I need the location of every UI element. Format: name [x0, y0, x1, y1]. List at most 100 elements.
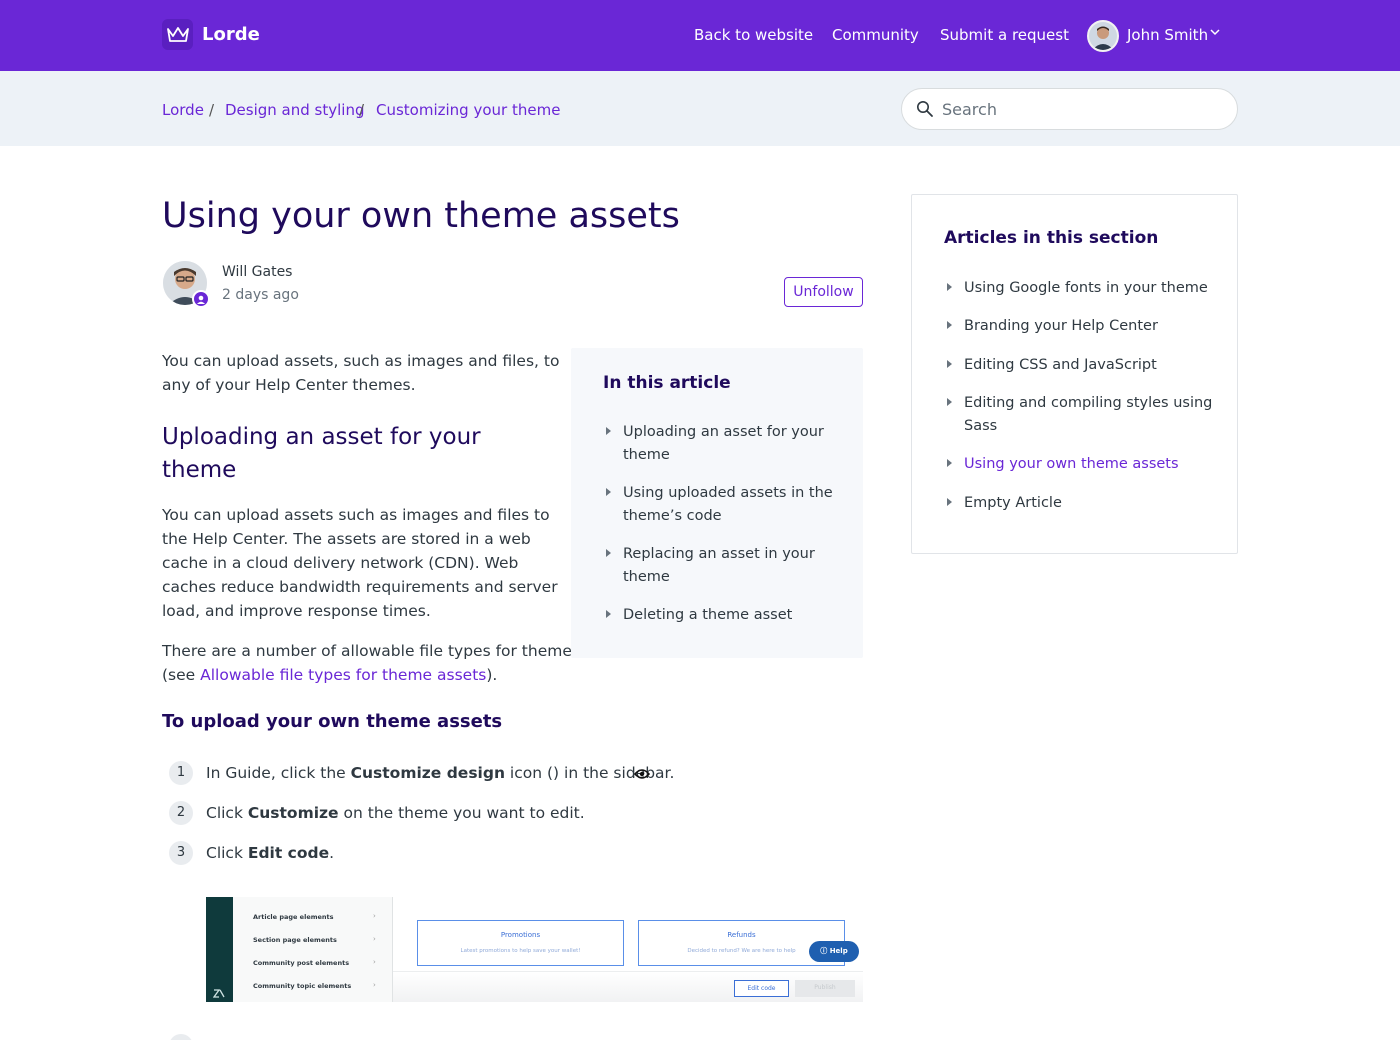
- screenshot-menu: Article page elements › Section page ele…: [233, 897, 393, 1002]
- caret-right-icon: [947, 498, 952, 506]
- section-article-link[interactable]: Editing and compiling styles using Sass: [964, 392, 1214, 438]
- step-text-part: on the theme you want to edit.: [338, 804, 585, 822]
- search-box[interactable]: [901, 88, 1238, 130]
- caret-right-icon: [606, 488, 611, 496]
- step-text-part: .: [329, 844, 335, 862]
- intro-line-2: any of your Help Center themes.: [162, 376, 416, 394]
- caret-right-icon: [947, 283, 952, 291]
- caret-right-icon: [606, 549, 611, 557]
- screenshot-footer: Edit code Publish: [393, 971, 863, 1002]
- user-avatar[interactable]: [1087, 20, 1119, 52]
- section-article-text: Branding your Help Center: [964, 318, 1158, 334]
- toc-item-text: Deleting a theme asset: [623, 607, 793, 623]
- toc-item-text: theme: [623, 569, 670, 585]
- caret-right-icon: [606, 610, 611, 618]
- zendesk-logo-icon: [213, 989, 225, 998]
- paragraph-line: (see Allowable file types for theme asse…: [162, 663, 497, 687]
- nav-back-to-website[interactable]: Back to website: [694, 26, 813, 44]
- section-article-text: Editing and compiling styles using: [964, 395, 1213, 411]
- section-article-link[interactable]: Using Google fonts in your theme: [964, 277, 1214, 300]
- author-name[interactable]: Will Gates: [222, 264, 292, 280]
- breadcrumb-design-and-styling[interactable]: Design and styling: [225, 101, 364, 119]
- intro-line-1: You can upload assets, such as images an…: [162, 352, 560, 370]
- brand-name: Lorde: [202, 24, 260, 45]
- step-text-part: Click: [206, 844, 248, 862]
- step-text-part: In Guide, click the: [206, 764, 351, 782]
- step-text-part: Click: [206, 804, 248, 822]
- chevron-right-icon: ›: [373, 958, 376, 966]
- article-title: Using your own theme assets: [162, 196, 680, 236]
- section-article-text: Using your own theme assets: [964, 456, 1179, 472]
- caret-right-icon: [947, 398, 952, 406]
- caret-right-icon: [947, 321, 952, 329]
- eye-icon: [634, 769, 650, 779]
- nav-submit-request[interactable]: Submit a request: [940, 26, 1069, 44]
- article-date: 2 days ago: [222, 287, 299, 303]
- toc-item-text: Replacing an asset in your: [623, 546, 815, 562]
- caret-right-icon: [947, 360, 952, 368]
- paragraph-line: cache in a cloud delivery network (CDN).…: [162, 554, 519, 572]
- screenshot-menu-item: Community post elements: [253, 959, 350, 967]
- screenshot-card: Promotions Latest promotions to help sav…: [417, 920, 624, 966]
- step-text: Click Customize on the theme you want to…: [206, 804, 585, 822]
- section-article-link[interactable]: Branding your Help Center: [964, 315, 1214, 338]
- section-article-link[interactable]: Editing CSS and JavaScript: [964, 354, 1214, 377]
- screenshot-menu-item: Community topic elements: [253, 982, 352, 990]
- toc-item-replacing[interactable]: Replacing an asset in your theme: [623, 543, 838, 589]
- paragraph-line: load, and improve response times.: [162, 602, 431, 620]
- user-badge-icon: [192, 290, 210, 308]
- chevron-down-icon[interactable]: [1210, 29, 1220, 36]
- screenshot-edit-code-button: Edit code: [734, 980, 789, 997]
- toc-item-text: Using uploaded assets in the: [623, 485, 833, 501]
- paragraph-line: There are a number of allowable file typ…: [162, 642, 580, 660]
- toc-item-text: Uploading an asset for your: [623, 424, 824, 440]
- chevron-right-icon: ›: [373, 912, 376, 920]
- breadcrumb-separator: /: [209, 101, 215, 119]
- section-article-text: Using Google fonts in your theme: [964, 280, 1208, 296]
- step-number: 2: [169, 801, 193, 825]
- brand-logo[interactable]: Lorde: [162, 19, 260, 50]
- screenshot-help-button: ⓘ Help: [809, 941, 859, 962]
- toc-item-text: theme’s code: [623, 508, 722, 524]
- toc-item-using-uploaded[interactable]: Using uploaded assets in the theme’s code: [623, 482, 838, 528]
- section-articles-title: Articles in this section: [944, 228, 1159, 248]
- breadcrumb-lorde[interactable]: Lorde: [162, 101, 204, 119]
- toc-item-uploading[interactable]: Uploading an asset for your theme: [623, 421, 838, 467]
- nav-community[interactable]: Community: [832, 26, 919, 44]
- caret-right-icon: [606, 427, 611, 435]
- screenshot-card-title: Promotions: [500, 931, 541, 939]
- screenshot-sidebar: [206, 897, 233, 1002]
- toc-item-deleting[interactable]: Deleting a theme asset: [623, 604, 838, 627]
- screenshot-publish-button: Publish: [795, 980, 855, 997]
- chevron-right-icon: ›: [373, 981, 376, 989]
- breadcrumb-customizing-your-theme[interactable]: Customizing your theme: [376, 101, 560, 119]
- step-number: [169, 1034, 193, 1040]
- paragraph-line: the Help Center. The assets are stored i…: [162, 530, 531, 548]
- step-number: 3: [169, 841, 193, 865]
- search-input[interactable]: [942, 98, 1222, 120]
- chevron-right-icon: ›: [373, 935, 376, 943]
- step-text-bold: Customize: [247, 804, 339, 822]
- unfollow-button[interactable]: Unfollow: [784, 277, 863, 307]
- section-article-link-active[interactable]: Using your own theme assets: [964, 453, 1214, 476]
- screenshot-help-label: Help: [829, 947, 848, 955]
- caret-right-icon: [947, 459, 952, 467]
- step-number: 1: [169, 761, 193, 785]
- step-text: Click Edit code.: [206, 844, 334, 862]
- search-icon: [917, 101, 933, 117]
- screenshot-card-sub: Latest promotions to help save your wall…: [460, 948, 581, 954]
- breadcrumb-separator: /: [359, 101, 365, 119]
- step-text: In Guide, click the Customize design ico…: [206, 764, 674, 782]
- toc-item-text: theme: [623, 447, 670, 463]
- section-article-text: Sass: [964, 418, 998, 434]
- screenshot-menu-item: Section page elements: [253, 936, 337, 944]
- crown-icon: [162, 19, 193, 50]
- screenshot-menu-item: Article page elements: [253, 913, 334, 921]
- article-screenshot: Article page elements › Section page ele…: [206, 897, 863, 1002]
- user-menu[interactable]: John Smith: [1127, 26, 1208, 44]
- heading-uploading-asset: Uploading an asset for your theme: [162, 424, 481, 483]
- section-article-text: Editing CSS and JavaScript: [964, 357, 1157, 373]
- step-text-bold: Edit code: [247, 844, 330, 862]
- allowable-file-types-link[interactable]: Allowable file types for theme assets: [200, 666, 486, 684]
- section-article-link[interactable]: Empty Article: [964, 492, 1214, 515]
